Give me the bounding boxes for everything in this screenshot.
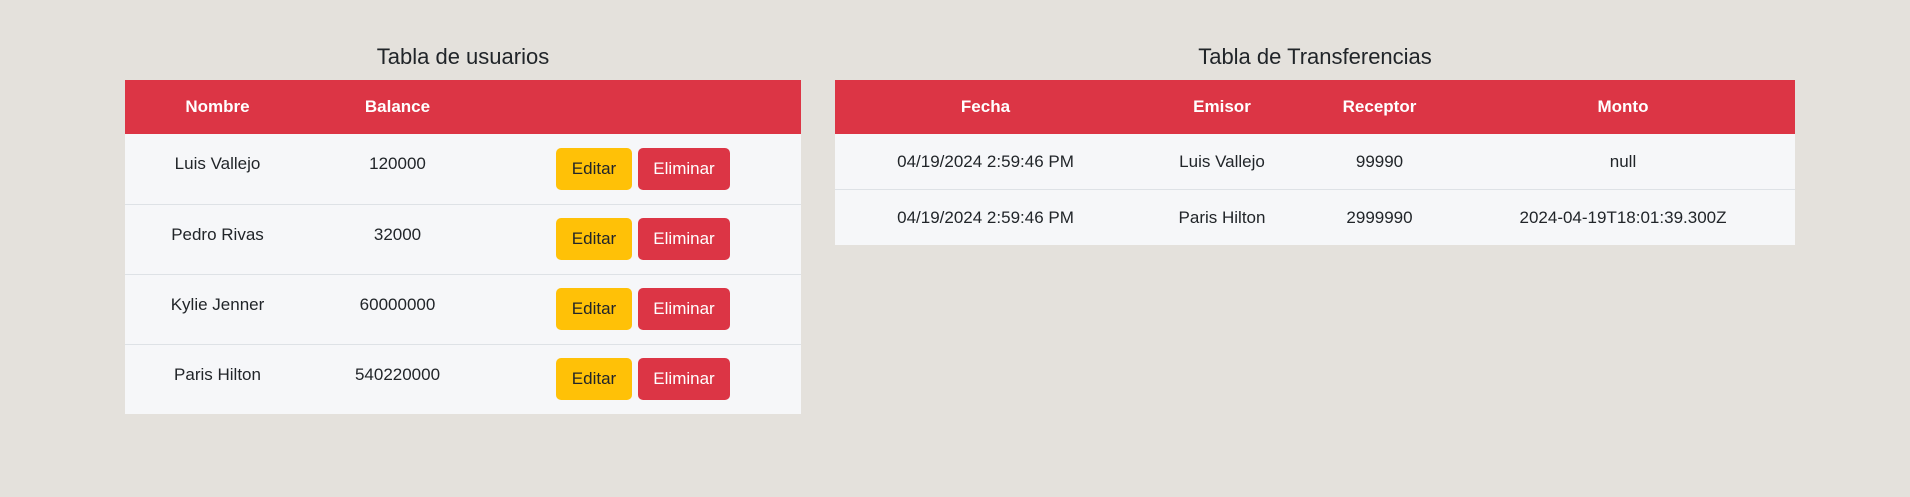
delete-button[interactable]: Eliminar [638,147,730,190]
transfer-receiver-cell: 2999990 [1308,189,1451,245]
user-name-cell: Luis Vallejo [174,154,261,173]
column-header-actions [485,80,801,134]
delete-button[interactable]: Eliminar [638,218,730,260]
edit-button[interactable]: Editar [556,147,632,190]
table-row: Kylie Jenner 60000000 Editar Eliminar [125,273,801,344]
user-balance-cell: 32000 [310,203,485,274]
user-balance-cell: 540220000 [310,343,485,414]
user-balance-cell: 60000000 [310,273,485,344]
transfers-table-title: Tabla de Transferencias [1198,44,1432,69]
transfer-date-cell: 04/19/2024 2:59:46 PM [897,151,1074,171]
transfer-date-cell: 04/19/2024 2:59:46 PM [835,189,1136,245]
table-row: Luis Vallejo 120000 Editar Eliminar [125,134,801,204]
users-panel: Tabla de usuarios Nombre Balance Luis Va… [125,40,801,414]
table-row: 04/19/2024 2:59:46 PM Luis Vallejo 99990… [835,134,1795,190]
column-header-receptor: Receptor [1342,97,1417,116]
transfer-amount-cell: null [1609,151,1637,171]
column-header-fecha: Fecha [960,97,1011,116]
user-name-cell: Kylie Jenner [125,273,310,344]
user-name-cell: Pedro Rivas [125,203,310,274]
transfer-receiver-cell: 99990 [1355,151,1404,171]
table-row: Paris Hilton 540220000 Editar Eliminar [125,343,801,414]
table-row: Pedro Rivas 32000 Editar Eliminar [125,203,801,274]
user-balance-cell: 120000 [369,154,426,173]
edit-button[interactable]: Editar [556,358,632,401]
column-header-nombre: Nombre [185,97,250,116]
users-table-header-row: Nombre Balance [125,80,801,134]
users-table: Nombre Balance Luis Vallejo 120000 Edita… [125,80,801,414]
user-actions-cell: Editar Eliminar [485,273,801,344]
table-row: 04/19/2024 2:59:46 PM Paris Hilton 29999… [835,189,1795,245]
column-header-monto: Monto [1597,97,1649,116]
transfer-amount-cell: 2024-04-19T18:01:39.300Z [1451,189,1795,245]
user-actions-cell: Editar Eliminar [485,134,801,204]
transfer-sender-cell: Paris Hilton [1136,189,1308,245]
transfers-table-header-row: Fecha Emisor Receptor Monto [835,80,1795,134]
user-name-cell: Paris Hilton [125,343,310,414]
users-table-title: Tabla de usuarios [376,44,550,69]
user-actions-cell: Editar Eliminar [485,343,801,414]
delete-button[interactable]: Eliminar [638,358,730,401]
transfer-sender-cell: Luis Vallejo [1179,151,1265,171]
edit-button[interactable]: Editar [556,288,632,330]
user-actions-cell: Editar Eliminar [485,203,801,274]
column-header-balance: Balance [364,97,431,116]
column-header-emisor: Emisor [1193,97,1251,116]
transfers-panel: Tabla de Transferencias Fecha Emisor Rec… [835,40,1795,245]
edit-button[interactable]: Editar [556,218,632,260]
delete-button[interactable]: Eliminar [638,288,730,330]
transfers-table: Fecha Emisor Receptor Monto 04/19/2024 2… [835,80,1795,245]
